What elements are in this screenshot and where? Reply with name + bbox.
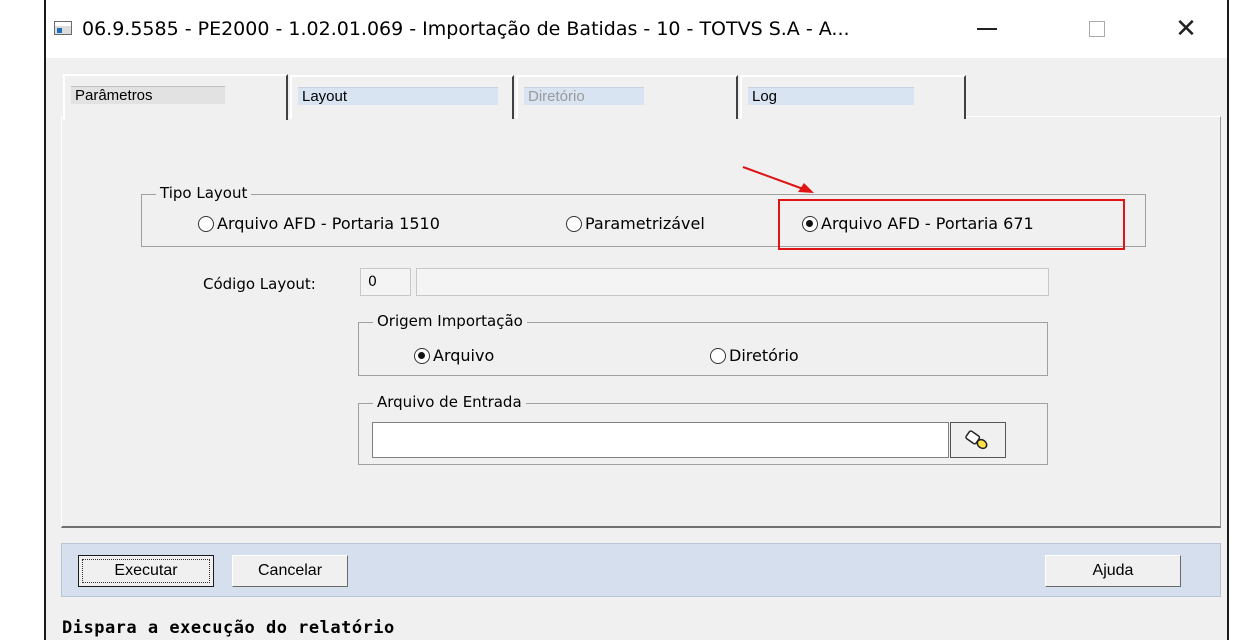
tab-label: Log (748, 87, 914, 105)
close-icon: ✕ (1175, 14, 1197, 44)
tab-parametros[interactable]: Parâmetros (63, 74, 288, 120)
radio-afd-1510[interactable]: Arquivo AFD - Portaria 1510 (198, 214, 440, 233)
flashlight-icon (965, 430, 988, 450)
button-bar: Executar Cancelar Ajuda (61, 543, 1221, 597)
radio-circle-icon (198, 215, 214, 232)
execute-button[interactable]: Executar (78, 555, 214, 587)
maximize-icon (1089, 21, 1105, 37)
radio-selected-icon (414, 347, 430, 364)
radio-label: Diretório (729, 346, 799, 365)
browse-file-button[interactable] (950, 422, 1006, 458)
origem-importacao-caption: Origem Importação (373, 312, 527, 330)
tab-log[interactable]: Log (740, 75, 966, 119)
codigo-layout-input[interactable]: 0 (360, 268, 411, 296)
button-label: Ajuda (1092, 562, 1134, 579)
close-button[interactable]: ✕ (1163, 8, 1209, 50)
codigo-layout-label: Código Layout: (203, 275, 316, 293)
tab-layout[interactable]: Layout (290, 75, 514, 119)
app-icon (54, 21, 72, 35)
focus-ring (82, 559, 210, 583)
highlight-annotation-box (778, 199, 1125, 250)
title-bar: 06.9.5585 - PE2000 - 1.02.01.069 - Impor… (46, 0, 1227, 58)
status-bar-text: Dispara a execução do relatório (62, 618, 395, 638)
window-title: 06.9.5585 - PE2000 - 1.02.01.069 - Impor… (82, 18, 850, 40)
app-window: 06.9.5585 - PE2000 - 1.02.01.069 - Impor… (44, 0, 1229, 640)
tipo-layout-caption: Tipo Layout (156, 184, 252, 202)
radio-diretorio[interactable]: Diretório (710, 346, 799, 365)
arquivo-entrada-caption: Arquivo de Entrada (373, 393, 526, 411)
help-button[interactable]: Ajuda (1045, 555, 1181, 587)
minimize-icon (977, 28, 997, 30)
cancel-button[interactable]: Cancelar (232, 555, 348, 587)
maximize-button[interactable] (1074, 8, 1120, 50)
radio-parametrizavel[interactable]: Parametrizável (566, 214, 705, 233)
radio-circle-icon (566, 215, 582, 232)
tab-label: Parâmetros (71, 86, 225, 104)
tab-label: Diretório (524, 87, 644, 105)
tab-diretorio: Diretório (516, 75, 738, 119)
tab-label: Layout (298, 87, 498, 105)
radio-circle-icon (710, 347, 726, 364)
radio-arquivo[interactable]: Arquivo (414, 346, 494, 365)
minimize-button[interactable] (964, 8, 1010, 50)
codigo-layout-description (416, 268, 1049, 296)
radio-label: Arquivo (433, 346, 495, 365)
radio-label: Arquivo AFD - Portaria 1510 (217, 214, 440, 233)
radio-label: Parametrizável (585, 214, 705, 233)
arquivo-entrada-input[interactable] (372, 422, 949, 458)
button-label: Cancelar (257, 562, 323, 579)
